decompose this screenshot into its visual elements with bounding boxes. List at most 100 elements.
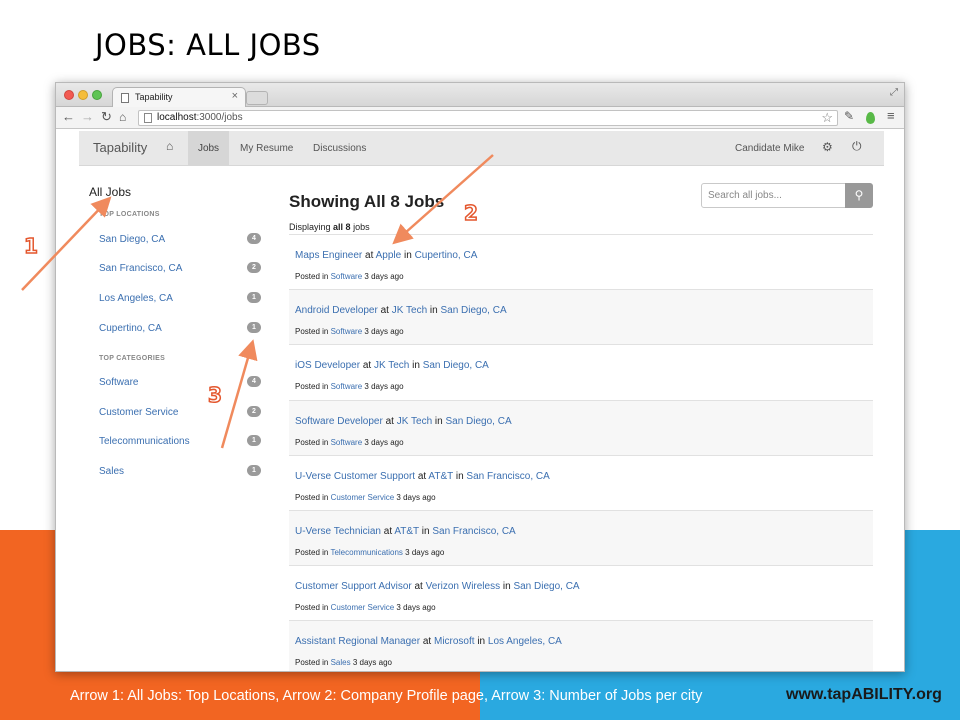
sidebar-location-item[interactable]: San Francisco, CA 2: [99, 261, 261, 277]
annotation-number-3: 3: [207, 382, 222, 408]
location-link[interactable]: Los Angeles, CA: [488, 636, 562, 647]
forward-arrow-icon[interactable]: →: [81, 109, 94, 125]
sidebar-location-item[interactable]: Los Angeles, CA 1: [99, 291, 261, 307]
company-link[interactable]: Microsoft: [434, 636, 475, 647]
job-row: U-Verse Customer Support at AT&T in San …: [289, 454, 873, 510]
fullscreen-icon[interactable]: ⤢: [890, 87, 898, 98]
company-link[interactable]: Verizon Wireless: [426, 581, 500, 592]
job-headline: U-Verse Customer Support at AT&T in San …: [295, 470, 550, 482]
wrench-icon[interactable]: ✎: [844, 109, 854, 123]
company-link[interactable]: AT&T: [428, 471, 453, 482]
job-title-link[interactable]: Assistant Regional Manager: [295, 636, 420, 647]
page-icon: [121, 93, 129, 103]
job-headline: Android Developer at JK Tech in San Dieg…: [295, 305, 507, 317]
count-badge: 1: [247, 292, 261, 303]
nav-discussions[interactable]: Discussions: [313, 143, 366, 154]
category-link[interactable]: Software: [331, 438, 363, 447]
category-link[interactable]: Sales: [331, 658, 351, 667]
sidebar-category-item[interactable]: Telecommunications 1: [99, 434, 261, 450]
home-icon[interactable]: ⌂: [119, 109, 126, 125]
job-row: Maps Engineer at Apple in Cupertino, CA P…: [289, 234, 873, 289]
browser-tab[interactable]: Tapability ×: [112, 87, 246, 108]
browser-titlebar: Tapability × ⤢: [56, 83, 904, 108]
address-bar[interactable]: localhost:3000/jobs ☆: [138, 110, 838, 126]
bookmark-star-icon[interactable]: ☆: [821, 110, 833, 126]
location-link[interactable]: San Diego, CA: [440, 305, 506, 316]
nav-jobs[interactable]: Jobs: [188, 131, 229, 166]
leaf-extension-icon[interactable]: [866, 112, 875, 124]
slide-title: JOBS: ALL JOBS: [95, 28, 321, 62]
company-link[interactable]: JK Tech: [392, 305, 427, 316]
job-meta: Posted in Software 3 days ago: [295, 272, 404, 281]
job-title-link[interactable]: iOS Developer: [295, 360, 360, 371]
company-link[interactable]: JK Tech: [374, 360, 409, 371]
category-link[interactable]: Customer Service: [331, 493, 395, 502]
menu-icon[interactable]: ≡: [887, 108, 895, 123]
company-link[interactable]: Apple: [376, 250, 402, 261]
zoom-window-button[interactable]: [92, 90, 102, 100]
job-headline: Assistant Regional Manager at Microsoft …: [295, 636, 562, 648]
back-arrow-icon[interactable]: ←: [62, 109, 75, 125]
category-link[interactable]: Software: [331, 272, 363, 281]
new-tab-button[interactable]: [246, 91, 268, 105]
count-badge: 1: [247, 465, 261, 476]
page-icon: [144, 113, 152, 123]
nav-my-resume[interactable]: My Resume: [240, 143, 293, 154]
job-title-link[interactable]: Android Developer: [295, 305, 378, 316]
sidebar-location-item[interactable]: San Diego, CA 4: [99, 232, 261, 248]
sidebar-category-item[interactable]: Software 4: [99, 375, 261, 391]
count-badge: 4: [247, 233, 261, 244]
category-link[interactable]: Telecommunications: [330, 548, 402, 557]
location-link[interactable]: Cupertino, CA: [415, 250, 478, 261]
job-headline: Software Developer at JK Tech in San Die…: [295, 415, 512, 427]
user-menu[interactable]: Candidate Mike: [735, 143, 804, 154]
category-link[interactable]: Customer Service: [331, 603, 395, 612]
browser-window: Tapability × ⤢ ← → ↻ ⌂ localhost:3000/jo…: [55, 82, 905, 672]
company-link[interactable]: AT&T: [394, 526, 419, 537]
count-badge: 1: [247, 322, 261, 333]
sidebar-category-item[interactable]: Customer Service 2: [99, 405, 261, 421]
gear-icon[interactable]: ⚙: [822, 140, 833, 154]
job-title-link[interactable]: U-Verse Technician: [295, 526, 381, 537]
job-row: Assistant Regional Manager at Microsoft …: [289, 620, 873, 671]
close-window-button[interactable]: [64, 90, 74, 100]
job-meta: Posted in Customer Service 3 days ago: [295, 603, 436, 613]
location-link[interactable]: San Francisco, CA: [466, 471, 549, 482]
location-link[interactable]: San Diego, CA: [423, 360, 489, 371]
job-title-link[interactable]: Customer Support Advisor: [295, 581, 412, 592]
location-link[interactable]: San Diego, CA: [513, 581, 579, 592]
company-link[interactable]: JK Tech: [397, 416, 432, 427]
location-link[interactable]: San Diego, CA: [445, 416, 511, 427]
annotation-number-2: 2: [463, 200, 478, 226]
tab-title: Tapability: [135, 92, 173, 102]
site-url[interactable]: www.tapABILITY.org: [786, 686, 942, 704]
power-icon[interactable]: ⏻: [852, 139, 862, 154]
job-meta: Posted in Sales 3 days ago: [295, 658, 392, 668]
job-meta: Posted in Software 3 days ago: [295, 382, 404, 392]
job-title-link[interactable]: Software Developer: [295, 416, 383, 427]
category-link[interactable]: Software: [331, 382, 363, 391]
job-title-link[interactable]: U-Verse Customer Support: [295, 471, 415, 482]
app-navbar: Tapability ⌂ Jobs My Resume Discussions …: [79, 131, 884, 166]
search-button[interactable]: ⚲: [845, 183, 873, 208]
job-meta: Posted in Telecommunications 3 days ago: [295, 547, 445, 557]
search-icon: ⚲: [854, 188, 864, 202]
reload-icon[interactable]: ↻: [101, 109, 112, 125]
sidebar-title[interactable]: All Jobs: [89, 185, 131, 199]
posted-age: 3 days ago: [364, 272, 404, 281]
page-title: Showing All 8 Jobs: [289, 192, 445, 211]
job-list: Maps Engineer at Apple in Cupertino, CA P…: [289, 234, 873, 671]
location-link[interactable]: San Francisco, CA: [432, 526, 515, 537]
home-icon[interactable]: ⌂: [166, 139, 173, 153]
sidebar-location-item[interactable]: Cupertino, CA 1: [99, 321, 261, 337]
job-title-link[interactable]: Maps Engineer: [295, 250, 362, 261]
sidebar-category-item[interactable]: Sales 1: [99, 464, 261, 480]
brand-link[interactable]: Tapability: [93, 140, 147, 155]
search-input[interactable]: [701, 183, 846, 208]
tab-close-icon[interactable]: ×: [232, 90, 238, 102]
job-meta: Posted in Software 3 days ago: [295, 437, 404, 447]
category-link[interactable]: Software: [331, 327, 363, 336]
posted-age: 3 days ago: [364, 327, 404, 337]
minimize-window-button[interactable]: [78, 90, 88, 100]
slide-caption: Arrow 1: All Jobs: Top Locations, Arrow …: [70, 688, 703, 704]
